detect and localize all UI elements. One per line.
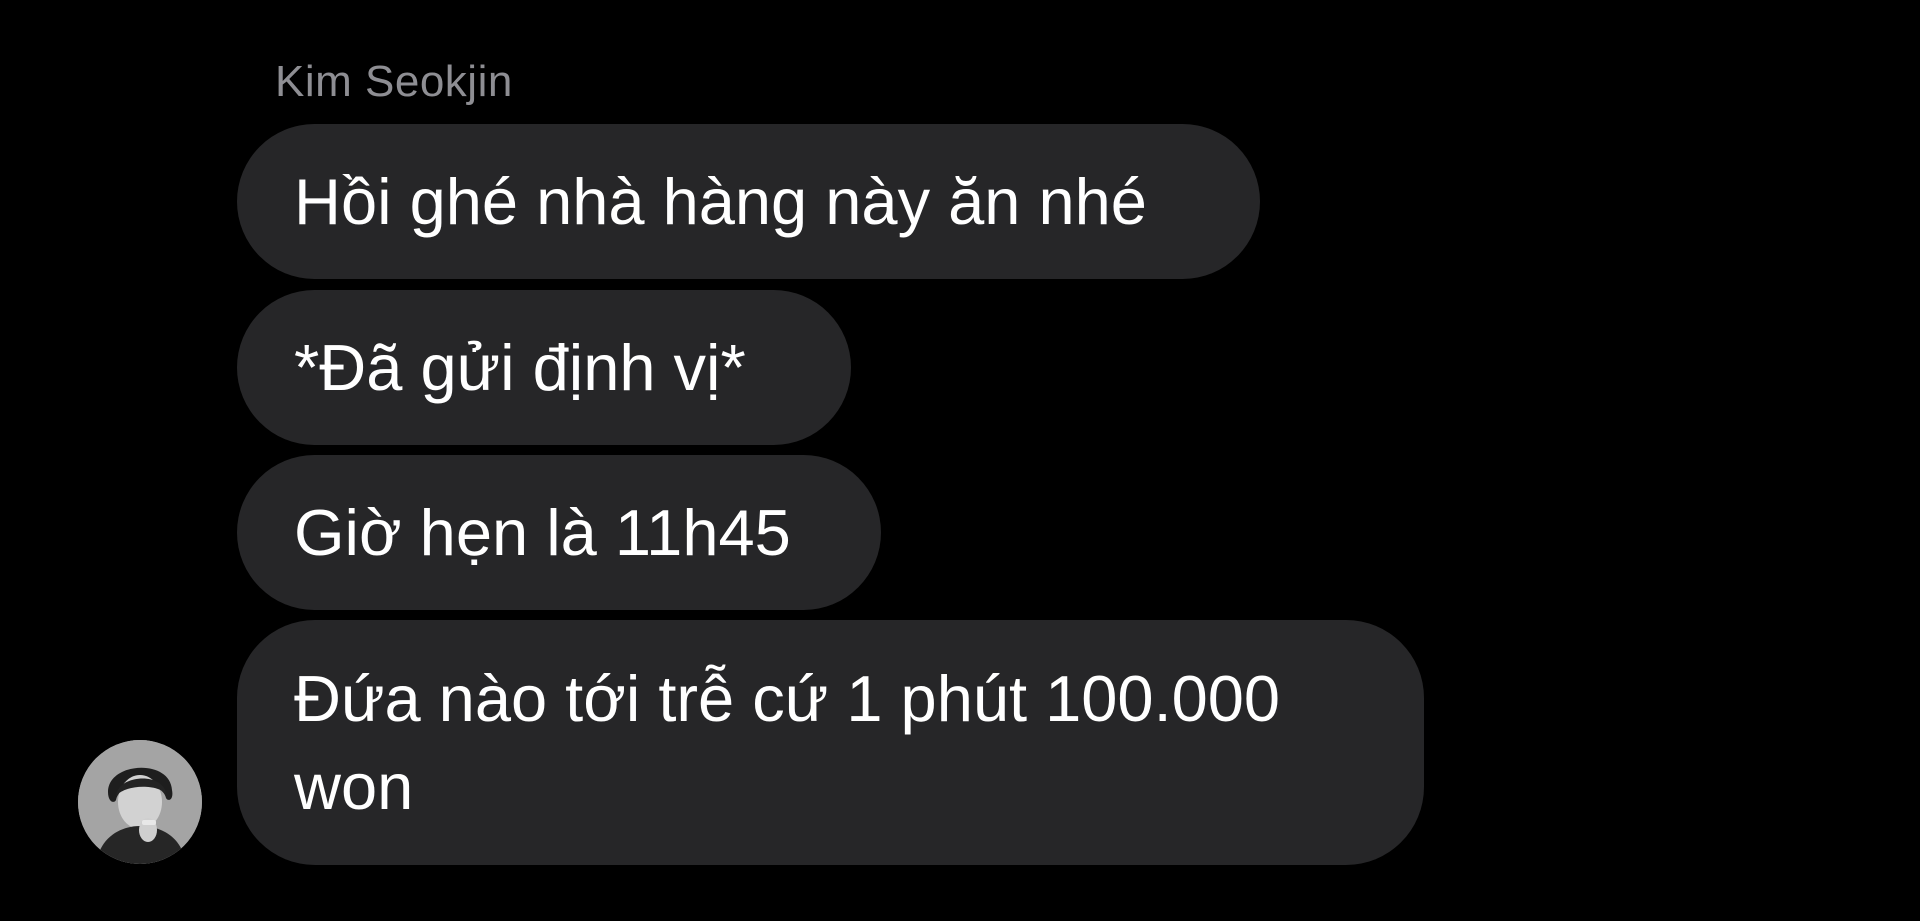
message-bubble[interactable]: *Đã gửi định vị* [237, 290, 851, 445]
message-text: Giờ hẹn là 11h45 [294, 495, 791, 569]
message-text: *Đã gửi định vị* [294, 330, 746, 404]
message-bubble[interactable]: Hồi ghé nhà hàng này ăn nhé [237, 124, 1260, 279]
sender-avatar[interactable] [78, 740, 202, 864]
profile-photo-icon [78, 740, 202, 864]
sender-name: Kim Seokjin [275, 57, 513, 106]
message-bubble[interactable]: Giờ hẹn là 11h45 [237, 455, 881, 610]
message-text: Đứa nào tới trễ cứ 1 phút 100.000 won [294, 661, 1281, 823]
message-text: Hồi ghé nhà hàng này ăn nhé [294, 164, 1147, 238]
message-bubble[interactable]: Đứa nào tới trễ cứ 1 phút 100.000 won [237, 620, 1424, 865]
